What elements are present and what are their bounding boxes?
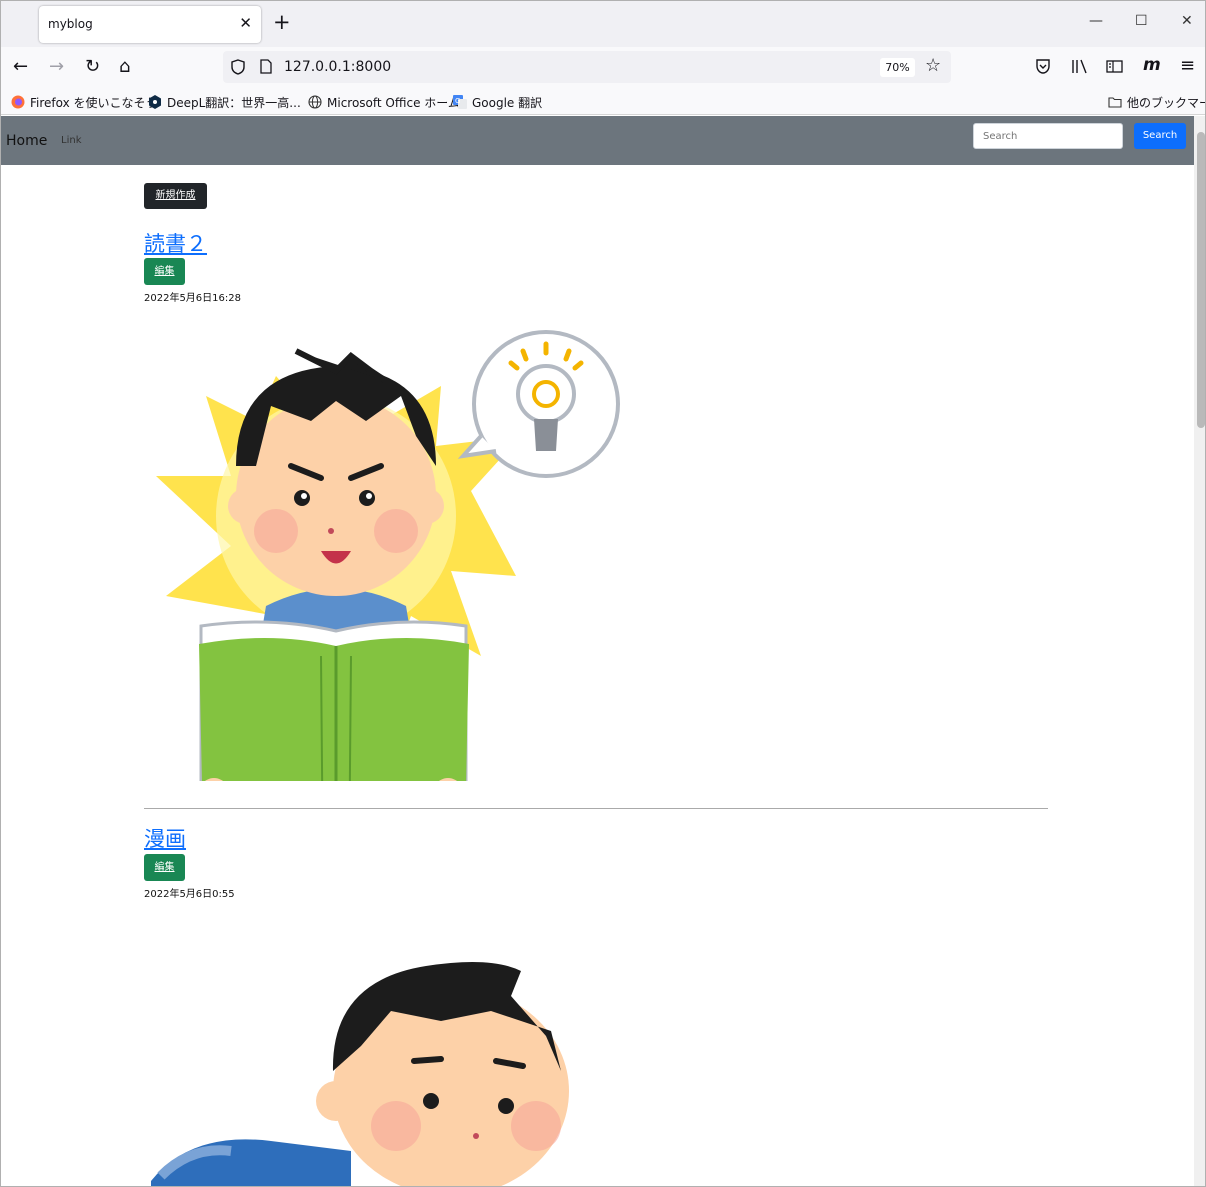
search-button[interactable]: Search [1134, 123, 1186, 149]
pocket-icon[interactable] [1035, 59, 1051, 74]
bookmark-label: Google 翻訳 [472, 96, 543, 110]
tab-title: myblog [48, 17, 93, 31]
forward-icon[interactable]: → [49, 56, 64, 78]
post-title[interactable]: 読書２ [144, 228, 207, 258]
new-post-button[interactable]: 新規作成 [144, 183, 207, 209]
post-title[interactable]: 漫画 [144, 823, 186, 853]
browser-window: myblog ✕ + — ☐ ✕ ← → ↻ ⌂ 127.0.0.1:8000 … [0, 0, 1206, 1187]
reload-icon[interactable]: ↻ [85, 56, 100, 78]
deepl-icon [149, 95, 161, 109]
post-divider [144, 808, 1048, 809]
nav-toolbar: ← → ↻ ⌂ 127.0.0.1:8000 70% ☆ m ≡ [1, 47, 1205, 89]
browser-tab[interactable]: myblog ✕ [39, 6, 261, 43]
bookmark-other[interactable]: 他のブックマーク [1108, 94, 1205, 111]
edit-button[interactable]: 編集 [144, 854, 185, 881]
minimize-icon[interactable]: — [1089, 13, 1103, 29]
folder-icon [1108, 97, 1122, 108]
tab-strip: myblog ✕ + — ☐ ✕ [1, 1, 1205, 47]
new-tab-icon[interactable]: + [273, 11, 291, 33]
sidebar-icon[interactable] [1106, 60, 1123, 73]
post-image-boy-reading [156, 330, 620, 781]
menu-icon[interactable]: ≡ [1180, 55, 1195, 76]
bookmarks-bar: Firefox を使いこなそう DeepL翻訳：世界一高... Microsof… [1, 89, 1205, 115]
star-icon[interactable]: ☆ [925, 55, 941, 76]
back-icon[interactable]: ← [13, 56, 28, 78]
zoom-level[interactable]: 70% [880, 58, 915, 77]
nav-link[interactable]: Link [61, 135, 81, 146]
bookmark-office[interactable]: Microsoft Office ホーム [308, 94, 460, 111]
bookmark-firefox[interactable]: Firefox を使いこなそう [11, 94, 158, 111]
bookmark-label: Firefox を使いこなそう [30, 96, 158, 110]
page-scrollbar[interactable] [1194, 116, 1205, 1186]
bookmark-google-translate[interactable]: G Google 翻訳 [453, 94, 542, 111]
extension-m-icon[interactable]: m [1143, 55, 1161, 75]
close-window-icon[interactable]: ✕ [1181, 13, 1193, 29]
scroll-thumb[interactable] [1197, 132, 1205, 428]
bookmark-label: Microsoft Office ホーム [327, 96, 460, 110]
bookmark-deepl[interactable]: DeepL翻訳：世界一高... [148, 94, 301, 111]
post-image-boy-lying [151, 962, 569, 1186]
page-viewport: Home Link Search 新規作成 読書２ 編集 2022年5月6日16… [1, 116, 1194, 1186]
search-input[interactable] [973, 123, 1123, 149]
maximize-icon[interactable]: ☐ [1135, 13, 1148, 29]
svg-text:G: G [455, 97, 460, 105]
post-date: 2022年5月6日16:28 [144, 293, 241, 304]
google-translate-icon: G [453, 95, 467, 109]
site-navbar: Home Link Search [1, 116, 1194, 165]
bookmark-label: DeepL翻訳：世界一高... [167, 96, 301, 110]
bookmark-label: 他のブックマーク [1127, 96, 1205, 110]
url-text[interactable]: 127.0.0.1:8000 [284, 59, 391, 75]
page-icon [260, 59, 272, 74]
firefox-icon [11, 95, 25, 109]
library-icon[interactable] [1071, 59, 1088, 74]
nav-home-link[interactable]: Home [6, 133, 47, 149]
close-tab-icon[interactable]: ✕ [239, 14, 252, 32]
address-bar[interactable]: 127.0.0.1:8000 70% ☆ [223, 51, 951, 83]
globe-icon [308, 95, 322, 109]
edit-button[interactable]: 編集 [144, 258, 185, 285]
home-icon[interactable]: ⌂ [119, 56, 130, 78]
shield-icon [231, 59, 245, 75]
post-date: 2022年5月6日0:55 [144, 889, 235, 900]
